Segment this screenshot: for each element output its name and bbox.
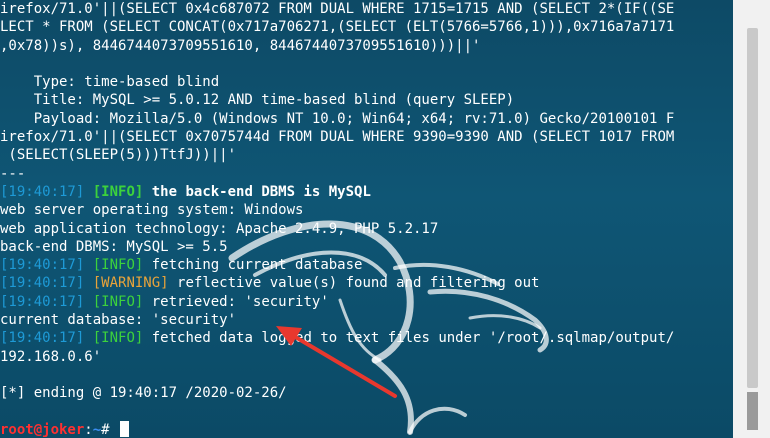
output-line: Type: time-based blind — [0, 74, 220, 91]
output-line: --- — [0, 165, 26, 182]
log-level: [WARNING] — [92, 275, 169, 292]
log-line: web application technology: Apache 2.4.9… — [0, 220, 439, 237]
terminal-window[interactable]: irefox/71.0'||(SELECT 0x4c687072 FROM DU… — [0, 0, 733, 438]
log-timestamp: [19:40:17] — [0, 275, 85, 292]
shell-prompt[interactable]: root@joker:~# — [0, 420, 733, 438]
log-line: [19:40:17] [INFO] fetching current datab… — [0, 256, 733, 274]
log-line: [*] ending @ 19:40:17 /2020-02-26/ — [0, 385, 287, 402]
log-timestamp: [19:40:17] — [0, 257, 85, 274]
log-line: back-end DBMS: MySQL >= 5.5 — [0, 238, 228, 255]
output-line: LECT * FROM (SELECT CONCAT(0x717a706271,… — [0, 19, 675, 36]
log-line: web server operating system: Windows — [0, 202, 304, 219]
log-level: [INFO] — [92, 330, 144, 347]
prompt-user-host: root@joker — [0, 421, 85, 438]
prompt-path: ~ — [92, 421, 102, 438]
log-line: 192.168.0.6' — [0, 348, 102, 365]
output-line: (SELECT(SLEEP(5)))TtfJ))||' — [0, 147, 237, 164]
text-cursor — [120, 420, 130, 437]
log-line: [19:40:17] [INFO] retrieved: 'security' — [0, 293, 733, 311]
output-line: irefox/71.0'||(SELECT 0x4c687072 FROM DU… — [0, 1, 675, 17]
log-line: [19:40:17] [WARNING] reflective value(s)… — [0, 274, 733, 292]
log-level: [INFO] — [92, 183, 144, 200]
log-level: [INFO] — [92, 257, 144, 274]
log-message: retrieved: 'security' — [151, 293, 329, 310]
log-line: [19:40:17] [INFO] the back-end DBMS is M… — [0, 183, 733, 201]
scrollbar-track[interactable] — [747, 392, 758, 430]
scrollbar-thumb[interactable] — [747, 28, 758, 388]
log-message: fetching current database — [151, 257, 363, 274]
output-line: Title: MySQL >= 5.0.12 AND time-based bl… — [0, 92, 515, 109]
log-line: current database: 'security' — [0, 312, 237, 329]
terminal-output: irefox/71.0'||(SELECT 0x4c687072 FROM DU… — [0, 0, 733, 438]
output-line: ,0x78))s), 8446744073709551610, 84467440… — [0, 37, 481, 54]
log-message: the back-end DBMS is MySQL — [151, 183, 371, 200]
log-line: [19:40:17] [INFO] fetched data logged to… — [0, 329, 733, 347]
log-timestamp: [19:40:17] — [0, 330, 85, 347]
prompt-symbol: # — [101, 421, 119, 438]
prompt-separator: : — [84, 421, 93, 438]
log-timestamp: [19:40:17] — [0, 183, 85, 200]
log-level: [INFO] — [92, 293, 144, 310]
log-message: fetched data logged to text files under … — [151, 330, 675, 347]
log-message: reflective value(s) found and filtering … — [177, 275, 540, 292]
log-timestamp: [19:40:17] — [0, 293, 85, 310]
output-line: Payload: Mozilla/5.0 (Windows NT 10.0; W… — [0, 110, 675, 127]
output-line: irefox/71.0'||(SELECT 0x7075744d FROM DU… — [0, 129, 675, 146]
